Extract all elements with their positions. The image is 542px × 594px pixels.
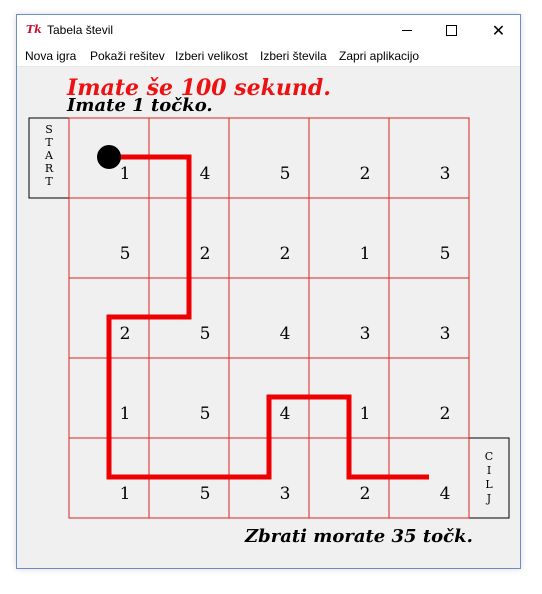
minimize-button[interactable] [384,15,429,46]
game-canvas[interactable]: STARTCILJ1452352215254331541215324 Imate… [17,67,520,569]
maximize-icon [446,25,457,36]
grid-cell[interactable] [388,357,470,439]
app-window: Tk Tabela števil ✕ Nova igra Pokaži reši… [16,14,521,569]
cell-value: 2 [200,244,211,264]
start-label-letter: T [45,136,53,149]
grid-cell[interactable] [308,117,390,199]
start-label-letter: A [44,149,54,162]
cell-value: 4 [280,324,291,344]
menu-bar: Nova igra Pokaži rešitev Izberi velikost… [17,46,520,67]
grid-cell[interactable] [228,197,310,279]
menu-choose-numbers[interactable]: Izberi števila [260,49,327,63]
cell-value: 5 [200,324,211,344]
grid-cell[interactable] [148,357,230,439]
close-icon: ✕ [491,21,506,40]
menu-new-game[interactable]: Nova igra [25,49,76,63]
grid-cell[interactable] [388,117,470,199]
end-label-letter: I [487,464,491,477]
menu-close-app[interactable]: Zapri aplikacijo [339,49,419,63]
cell-value: 3 [280,484,291,504]
close-button[interactable]: ✕ [476,15,521,46]
grid-cell[interactable] [228,117,310,199]
cell-value: 2 [440,404,451,424]
menu-show-solution[interactable]: Pokaži rešitev [90,49,165,63]
grid-cell[interactable] [388,197,470,279]
cell-value: 4 [280,404,291,424]
cell-value: 1 [360,244,371,264]
cell-value: 3 [440,324,451,344]
menu-choose-size[interactable]: Izberi velikost [175,49,248,63]
goal-text: Zbrati morate 35 točk. [245,526,473,547]
player-token [97,145,121,169]
cell-value: 2 [280,244,291,264]
cell-value: 2 [120,324,131,344]
minimize-icon [401,30,412,31]
game-board[interactable]: STARTCILJ1 4 5 2 35 2 2 1 52 5 4 3 31 5 4 1 21 5 3 2 4 [17,67,522,569]
grid-cell[interactable] [308,197,390,279]
cell-value: 5 [280,164,291,184]
end-label-letter: J [486,492,491,505]
cell-value: 3 [440,164,451,184]
grid-cell[interactable] [308,277,390,359]
start-label-letter: S [45,123,53,136]
points-text: Imate 1 točko. [67,95,213,116]
window-title: Tabela števil [47,23,114,37]
start-label-letter: R [45,162,54,175]
end-label-letter: L [485,478,493,491]
cell-value: 5 [120,244,131,264]
grid-cell[interactable] [68,197,150,279]
cell-value: 4 [440,484,451,504]
cell-value: 2 [360,164,371,184]
cell-value: 2 [360,484,371,504]
cell-value: 5 [200,404,211,424]
cell-value: 1 [120,164,131,184]
cell-value: 5 [440,244,451,264]
grid-cell[interactable] [228,277,310,359]
maximize-button[interactable] [429,15,474,46]
cell-value: 1 [360,404,371,424]
cell-value: 5 [200,484,211,504]
cell-value: 3 [360,324,371,344]
tk-icon: Tk [26,23,42,36]
cell-value: 1 [120,484,131,504]
start-label-letter: T [45,175,53,188]
cell-value: 1 [120,404,131,424]
end-label-letter: C [485,450,493,463]
cell-value: 4 [200,164,211,184]
grid-cell[interactable] [388,277,470,359]
path-line [106,154,429,480]
title-bar: Tk Tabela števil ✕ [17,15,520,46]
